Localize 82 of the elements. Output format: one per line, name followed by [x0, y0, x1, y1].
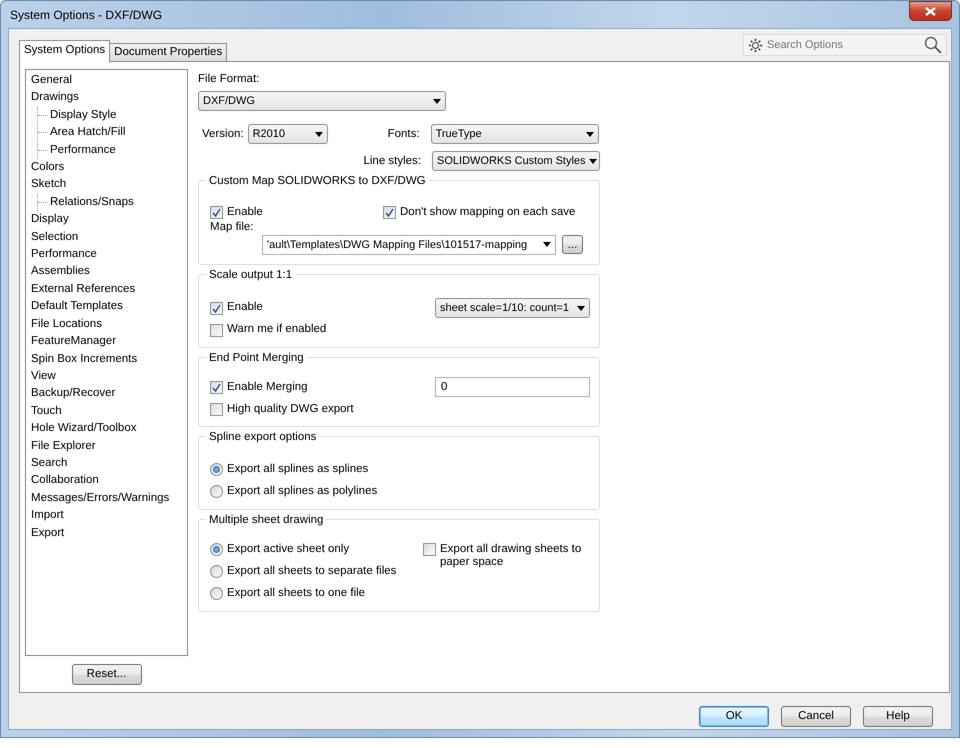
radio-button[interactable]: [210, 463, 223, 476]
radio-label: Export all sheets to one file: [227, 586, 366, 602]
checkbox[interactable]: [210, 206, 223, 219]
checkbox-label: High quality DWG export: [227, 402, 354, 417]
dialog-button[interactable]: Cancel: [781, 706, 851, 727]
tab[interactable]: Document Properties: [109, 43, 228, 61]
tab[interactable]: System Options: [19, 40, 110, 62]
sidebar-item[interactable]: Hole Wizard/Toolbox: [31, 420, 136, 438]
radio-label: Export all splines as splines: [227, 462, 368, 477]
sidebar-item[interactable]: Performance: [31, 246, 97, 264]
sidebar-item[interactable]: FeatureManager: [31, 333, 116, 350]
field-label: Map file:: [210, 220, 254, 234]
sidebar-item[interactable]: Touch: [31, 402, 62, 420]
checkbox[interactable]: [210, 380, 223, 394]
dropdown[interactable]: R2010: [248, 124, 328, 144]
caret-icon: [314, 132, 323, 137]
radio-button[interactable]: [210, 485, 223, 498]
radio-button[interactable]: [210, 587, 223, 600]
checkbox-label: Warn me if enabled: [227, 322, 326, 338]
sidebar-item[interactable]: Assemblies: [31, 263, 90, 281]
sidebar-item[interactable]: View: [31, 368, 56, 386]
radio-label: Export all sheets to separate files: [227, 564, 396, 580]
radio-button[interactable]: [210, 543, 223, 556]
caret-icon: [586, 132, 594, 137]
sidebar-item[interactable]: Colors: [31, 159, 64, 176]
dropdown[interactable]: SOLIDWORKS Custom Styles: [432, 151, 600, 172]
checkbox[interactable]: [383, 206, 396, 219]
checkbox-label: Enable: [227, 300, 263, 316]
caret-icon: [433, 98, 441, 104]
dropdown[interactable]: sheet scale=1/10: count=1: [435, 298, 590, 318]
sidebar-item[interactable]: Backup/Recover: [31, 385, 116, 403]
search-box[interactable]: Search Options: [743, 34, 947, 56]
dialog-button[interactable]: OK: [699, 706, 769, 727]
sidebar-item[interactable]: Performance: [50, 142, 116, 160]
dropdown[interactable]: 'ault\Templates\DWG Mapping Files\101517-mapping: [262, 234, 556, 255]
sidebar-item[interactable]: Import: [31, 507, 64, 525]
caret-icon: [588, 158, 597, 164]
sidebar-item[interactable]: Messages/Errors/Warnings: [31, 490, 170, 508]
field-label: Line styles:: [363, 154, 421, 169]
sidebar-item[interactable]: Relations/Snaps: [50, 194, 134, 212]
window-title: System Options - DXF/DWG: [9, 6, 162, 24]
browse-button[interactable]: ...: [562, 235, 583, 254]
dialog-button[interactable]: Help: [863, 706, 933, 727]
sidebar-item[interactable]: General: [31, 72, 72, 90]
radio-button[interactable]: [210, 565, 223, 578]
dropdown[interactable]: TrueType: [430, 124, 599, 144]
sidebar-item[interactable]: Collaboration: [31, 472, 99, 490]
checkbox[interactable]: [210, 324, 223, 336]
close-icon: [925, 6, 936, 16]
checkbox-label: Enable: [227, 204, 263, 220]
sidebar-item[interactable]: Drawings: [31, 89, 79, 107]
tolerance-field[interactable]: 0: [435, 377, 590, 398]
radio-label: Export all splines as polylines: [227, 484, 378, 499]
checkbox-label: Don't show mapping on each save: [400, 204, 576, 220]
search-field[interactable]: Search Options: [767, 36, 920, 54]
sidebar-item[interactable]: Display: [31, 211, 69, 229]
caret-icon: [577, 306, 585, 310]
sidebar-item[interactable]: File Explorer: [31, 438, 96, 455]
sidebar-item[interactable]: Search: [31, 454, 68, 472]
checkbox[interactable]: [423, 542, 436, 556]
sidebar-item[interactable]: External References: [31, 280, 136, 298]
checkbox[interactable]: [210, 402, 223, 416]
dropdown[interactable]: DXF/DWG: [198, 91, 446, 112]
field-label: File Format:: [198, 72, 260, 87]
field-label: Version:: [202, 126, 244, 142]
sidebar-item[interactable]: Export: [31, 524, 64, 542]
field-label: Fonts:: [386, 126, 420, 142]
reset-button[interactable]: Reset...: [72, 664, 142, 685]
checkbox-label: Export all drawing sheets to paper space: [440, 542, 582, 569]
sidebar-item[interactable]: Area Hatch/Fill: [50, 124, 126, 142]
sidebar-item[interactable]: Sketch: [31, 176, 66, 194]
sidebar-item[interactable]: Spin Box Increments: [31, 350, 138, 368]
search-icon: [924, 36, 942, 54]
radio-label: Export active sheet only: [227, 542, 350, 558]
sidebar-item[interactable]: File Locations: [31, 316, 102, 334]
close-button[interactable]: [909, 1, 952, 21]
checkbox-label: Enable Merging: [227, 380, 308, 395]
caret-icon: [543, 242, 551, 248]
sidebar-item[interactable]: Selection: [31, 228, 78, 246]
sidebar-item[interactable]: Default Templates: [31, 298, 123, 316]
sidebar-item[interactable]: Display Style: [50, 106, 116, 124]
checkbox[interactable]: [210, 302, 223, 314]
